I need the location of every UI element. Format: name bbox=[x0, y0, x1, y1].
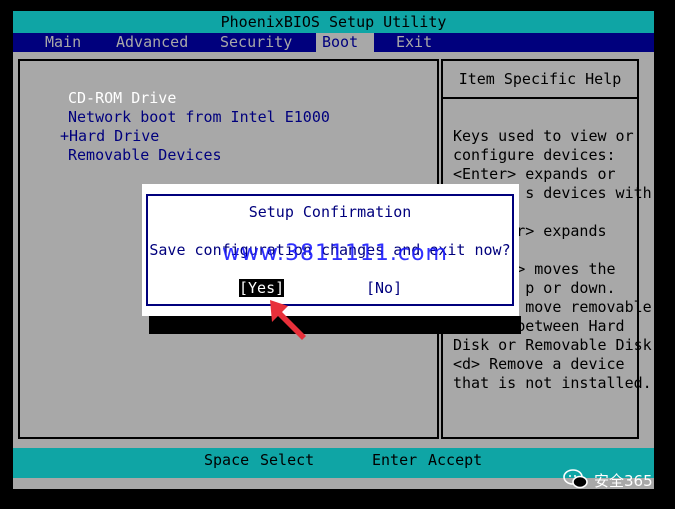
help-line: Keys used to view or bbox=[453, 127, 634, 145]
menu-exit[interactable]: Exit bbox=[390, 33, 438, 52]
menu-security[interactable]: Security bbox=[214, 33, 298, 52]
status-label-select: Select bbox=[260, 451, 315, 469]
window-title: PhoenixBIOS Setup Utility bbox=[220, 13, 447, 31]
boot-item-network[interactable]: Network boot from Intel E1000 bbox=[68, 108, 330, 126]
help-divider bbox=[441, 97, 639, 99]
wechat-icon bbox=[563, 469, 588, 489]
yes-button-label: [Yes] bbox=[239, 279, 285, 297]
title-bar: PhoenixBIOS Setup Utility bbox=[13, 11, 654, 33]
menu-main[interactable]: Main bbox=[39, 33, 87, 52]
help-line: that is not installed. bbox=[453, 374, 652, 392]
dialog-shadow bbox=[149, 316, 521, 334]
boot-item-cdrom[interactable]: CD-ROM Drive bbox=[68, 89, 176, 107]
pointer-arrow-icon bbox=[270, 300, 306, 340]
menu-advanced[interactable]: Advanced bbox=[110, 33, 194, 52]
help-line: configure devices: bbox=[453, 146, 616, 164]
no-button[interactable]: [No] bbox=[366, 279, 402, 297]
help-line: <Enter> expands or bbox=[453, 165, 616, 183]
brand-label: 安全365 bbox=[594, 472, 653, 490]
help-line: <d> Remove a device bbox=[453, 355, 625, 373]
help-title: Item Specific Help bbox=[458, 70, 622, 88]
status-label-accept: Accept bbox=[428, 451, 483, 469]
menu-boot[interactable]: Boot bbox=[316, 33, 374, 52]
menu-bar: Main Advanced Security Boot Exit bbox=[13, 33, 654, 52]
status-key-space: Space bbox=[204, 451, 250, 469]
yes-button[interactable]: [Yes] bbox=[239, 279, 285, 297]
dialog-title: Setup Confirmation bbox=[248, 203, 412, 221]
watermark-text: www.3811111.com bbox=[222, 241, 448, 266]
status-key-enter: Enter bbox=[372, 451, 418, 469]
boot-item-hard-drive[interactable]: +Hard Drive bbox=[60, 127, 159, 145]
help-line: Disk or Removable Disk bbox=[453, 336, 652, 354]
status-bar bbox=[13, 448, 654, 478]
boot-item-removable[interactable]: Removable Devices bbox=[68, 146, 222, 164]
